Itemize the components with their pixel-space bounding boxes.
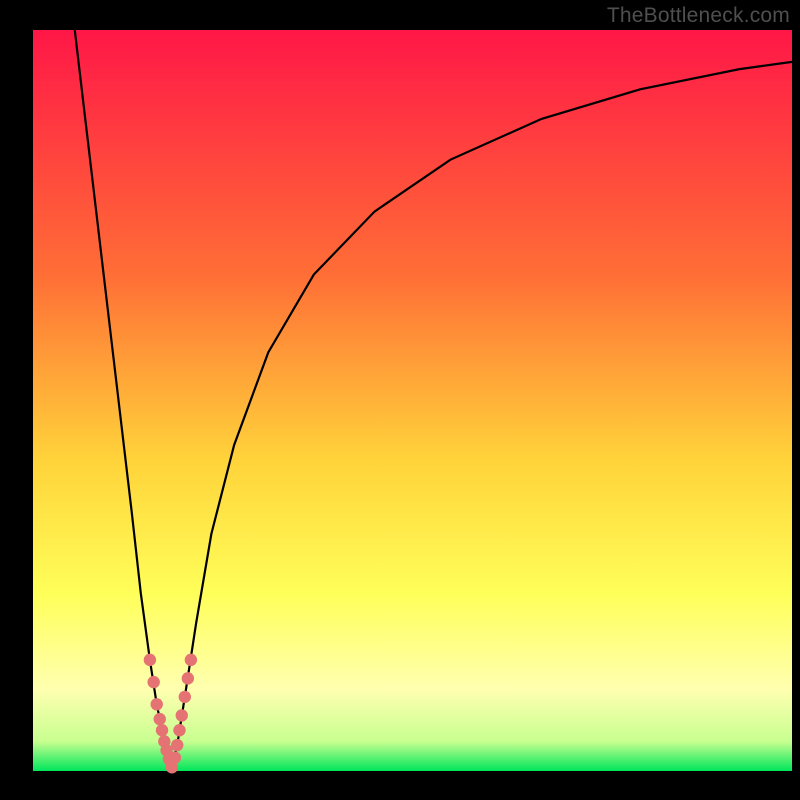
marker-dot xyxy=(173,724,185,736)
chart-frame: TheBottleneck.com xyxy=(0,0,800,800)
marker-dot xyxy=(147,676,159,688)
marker-dot xyxy=(171,739,183,751)
marker-dot xyxy=(156,724,168,736)
marker-dot xyxy=(151,698,163,710)
marker-dot xyxy=(185,654,197,666)
marker-dot xyxy=(154,713,166,725)
marker-dot xyxy=(182,672,194,684)
marker-dot xyxy=(179,691,191,703)
chart-svg xyxy=(0,0,800,800)
marker-dot xyxy=(144,654,156,666)
watermark-text: TheBottleneck.com xyxy=(607,4,790,28)
marker-dot xyxy=(176,709,188,721)
marker-dot xyxy=(169,751,181,763)
